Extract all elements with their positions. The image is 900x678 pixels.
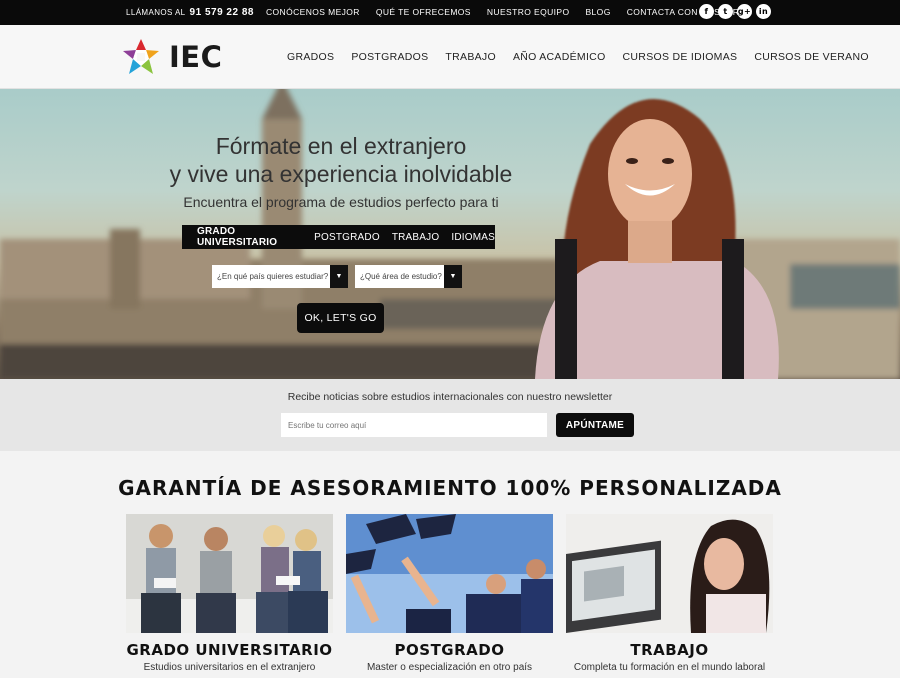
card-image-work[interactable] <box>566 514 773 633</box>
social-links: f t g+ in <box>699 4 771 19</box>
newsletter-email-input[interactable] <box>281 413 547 437</box>
card-subtitle: Master o especialización en otro país <box>366 662 533 673</box>
logo-text: IEC <box>169 40 223 74</box>
phone-label: LLÁMANOS AL <box>126 8 186 17</box>
card-title[interactable]: GRADO UNIVERSITARIO <box>126 641 333 659</box>
card-postgrado[interactable]: POSTGRADO Master o especialización en ot… <box>346 514 553 673</box>
googleplus-icon[interactable]: g+ <box>737 4 752 19</box>
card-image-students[interactable] <box>126 514 333 633</box>
tab-trabajo[interactable]: TRABAJO <box>392 232 440 243</box>
chevron-down-icon[interactable]: ▼ <box>444 265 462 288</box>
phone-info: LLÁMANOS AL 91 579 22 88 <box>126 7 254 18</box>
toplink-ofrecemos[interactable]: QUÉ TE OFRECEMOS <box>376 7 471 17</box>
hero-banner: Fórmate en el extranjero y vive una expe… <box>0 89 900 379</box>
toplink-conocenos[interactable]: CONÓCENOS MEJOR <box>266 7 360 17</box>
newsletter-subscribe-button[interactable]: APÚNTAME <box>556 413 634 437</box>
nav-trabajo[interactable]: TRABAJO <box>445 51 496 63</box>
toplink-equipo[interactable]: NUESTRO EQUIPO <box>487 7 570 17</box>
nav-postgrados[interactable]: POSTGRADOS <box>351 51 428 63</box>
card-title[interactable]: TRABAJO <box>566 641 773 659</box>
area-select-label: ¿Qué área de estudio? <box>360 272 442 281</box>
hero-title-line2: y vive una experiencia inolvidable <box>169 161 513 187</box>
nav-ano-academico[interactable]: AÑO ACADÉMICO <box>513 51 606 63</box>
nav-cursos-idiomas[interactable]: CURSOS DE IDIOMAS <box>623 51 738 63</box>
card-title[interactable]: POSTGRADO <box>346 641 553 659</box>
card-image-graduation[interactable] <box>346 514 553 633</box>
newsletter-section: Recibe noticias sobre estudios internaci… <box>0 379 900 451</box>
card-subtitle: Estudios universitarios en el extranjero <box>143 662 316 673</box>
phone-number[interactable]: 91 579 22 88 <box>190 7 254 18</box>
hero-subtitle: Encuentra el programa de estudios perfec… <box>183 194 499 210</box>
newsletter-text: Recibe noticias sobre estudios internaci… <box>287 391 613 403</box>
area-select[interactable]: ¿Qué área de estudio? ▼ <box>355 265 462 288</box>
chevron-down-icon[interactable]: ▼ <box>330 265 348 288</box>
linkedin-icon[interactable]: in <box>756 4 771 19</box>
search-go-button[interactable]: OK, LET'S GO <box>297 303 384 333</box>
guarantee-title: GARANTÍA DE ASESORAMIENTO 100% PERSONALI… <box>118 476 782 500</box>
main-nav: GRADOS POSTGRADOS TRABAJO AÑO ACADÉMICO … <box>287 51 869 63</box>
logo[interactable]: IEC <box>121 37 222 77</box>
tab-postgrado[interactable]: POSTGRADO <box>314 232 380 243</box>
card-grado-universitario[interactable]: GRADO UNIVERSITARIO Estudios universitar… <box>126 514 333 673</box>
toplink-blog[interactable]: BLOG <box>585 7 610 17</box>
hero-title-line1: Fórmate en el extranjero <box>215 133 467 159</box>
top-links: CONÓCENOS MEJOR QUÉ TE OFRECEMOS NUESTRO… <box>266 7 752 17</box>
country-select-label: ¿En qué país quieres estudiar? <box>217 272 329 281</box>
card-trabajo[interactable]: TRABAJO Completa tu formación en el mund… <box>566 514 773 673</box>
logo-star-icon <box>123 39 159 74</box>
program-tabs: GRADO UNIVERSITARIO POSTGRADO TRABAJO ID… <box>182 225 495 249</box>
facebook-icon[interactable]: f <box>699 4 714 19</box>
country-select[interactable]: ¿En qué país quieres estudiar? ▼ <box>212 265 348 288</box>
site-header: IEC GRADOS POSTGRADOS TRABAJO AÑO ACADÉM… <box>0 25 900 89</box>
twitter-icon[interactable]: t <box>718 4 733 19</box>
card-subtitle: Completa tu formación en el mundo labora… <box>573 662 766 673</box>
nav-cursos-verano[interactable]: CURSOS DE VERANO <box>754 51 869 63</box>
top-bar: LLÁMANOS AL 91 579 22 88 CONÓCENOS MEJOR … <box>0 0 900 25</box>
tab-grado-universitario[interactable]: GRADO UNIVERSITARIO <box>197 226 302 248</box>
tab-idiomas[interactable]: IDIOMAS <box>451 232 495 243</box>
nav-grados[interactable]: GRADOS <box>287 51 334 63</box>
